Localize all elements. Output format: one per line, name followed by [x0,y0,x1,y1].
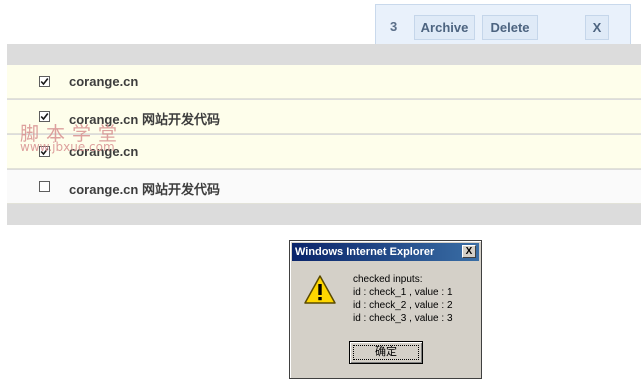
checkmark-icon [40,78,49,86]
alert-dialog: Windows Internet Explorer X checked inpu… [289,240,482,379]
selected-count: 3 [390,19,398,34]
dialog-title-bar: Windows Internet Explorer X [292,243,479,261]
dialog-message-line: id : check_3 , value : 3 [353,313,453,324]
delete-button[interactable]: Delete [482,15,538,40]
list-item[interactable]: corange.cn [7,65,641,99]
dialog-message-line: id : check_1 , value : 1 [353,287,453,298]
dialog-message-line: checked inputs: [353,274,423,285]
close-action-bar-button[interactable]: X [585,15,609,40]
watermark-url: www.jbxue.com [20,140,115,154]
list-item-label: corange.cn [69,74,139,89]
focus-ring [353,345,419,360]
archive-button[interactable]: Archive [414,15,475,40]
bulk-action-bar: 3 Archive Delete X [375,4,631,48]
dialog-message-line: id : check_2 , value : 2 [353,300,453,311]
ok-button[interactable]: 确定 [349,341,423,364]
dialog-title: Windows Internet Explorer [295,246,435,258]
dialog-message: checked inputs: id : check_1 , value : 1… [353,273,453,325]
list-item-label: corange.cn 网站开发代码 [69,182,220,197]
list-item[interactable]: corange.cn 网站开发代码 [7,170,641,204]
row-checkbox[interactable] [39,76,50,87]
dialog-close-button[interactable]: X [462,245,476,258]
warning-icon [304,275,336,304]
row-checkbox[interactable] [39,181,50,192]
